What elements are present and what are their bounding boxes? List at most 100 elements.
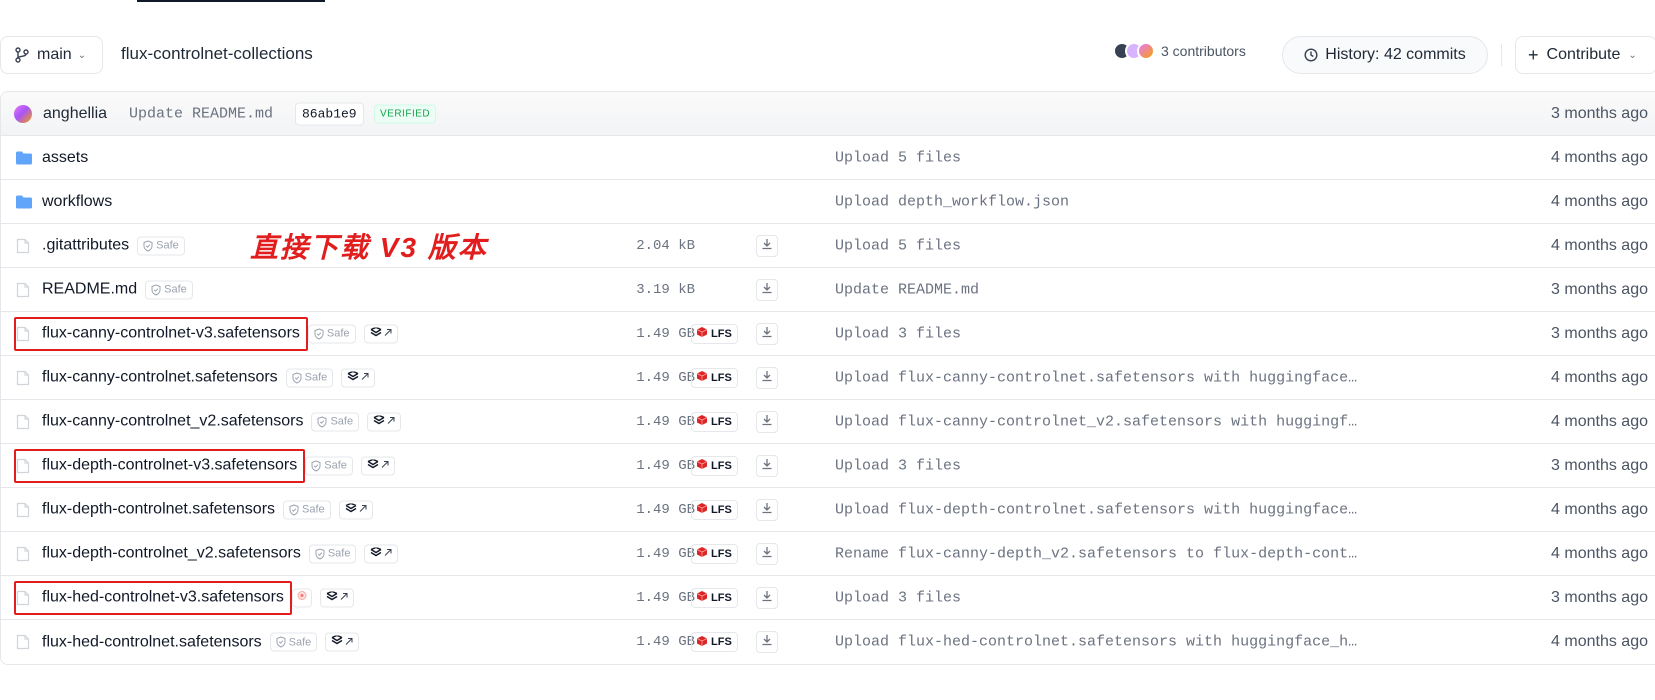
- file-icon: [16, 458, 30, 474]
- download-icon: [761, 237, 773, 255]
- file-icon: [16, 282, 30, 298]
- file-name-link[interactable]: flux-hed-controlnet-v3.safetensors: [42, 589, 284, 607]
- repo-path: flux-controlnet-collections: [121, 44, 313, 63]
- table-row[interactable]: flux-depth-controlnet-v3.safetensors Safe…: [1, 444, 1655, 488]
- table-row[interactable]: flux-canny-controlnet.safetensors Safe 1.4…: [1, 356, 1655, 400]
- download-button[interactable]: [756, 278, 778, 301]
- avatar[interactable]: [14, 104, 32, 123]
- file-commit-message[interactable]: Upload depth_workflow.json: [835, 193, 1069, 210]
- file-name-link[interactable]: flux-hed-controlnet.safetensors: [42, 633, 262, 651]
- download-button[interactable]: [756, 454, 778, 477]
- last-commit-row: anghellia Update README.md 86ab1e9 VERIF…: [1, 92, 1655, 136]
- storage-link-badge[interactable]: [360, 456, 395, 475]
- file-name-link[interactable]: workflows: [42, 193, 112, 211]
- file-size: 1.49 GB: [636, 545, 695, 562]
- storage-link-badge[interactable]: [364, 544, 399, 563]
- table-row[interactable]: flux-canny-controlnet_v2.safetensors Safe…: [1, 400, 1655, 444]
- file-commit-message[interactable]: Rename flux-canny-depth_v2.safetensors t…: [835, 545, 1365, 562]
- file-name-link[interactable]: flux-canny-controlnet_v2.safetensors: [42, 413, 303, 431]
- chevron-down-icon: ⌄: [1628, 49, 1637, 61]
- lfs-label: LFS: [711, 636, 732, 648]
- history-label: History: 42 commits: [1325, 46, 1466, 63]
- storage-link-badge[interactable]: [319, 588, 354, 607]
- download-button[interactable]: [756, 410, 778, 433]
- file-commit-date: 4 months ago: [1551, 412, 1648, 430]
- file-name-link[interactable]: flux-canny-controlnet-v3.safetensors: [42, 325, 300, 343]
- file-commit-date: 3 months ago: [1551, 588, 1648, 606]
- table-row[interactable]: README.md Safe 3.19 kB Update README.md 3 mo…: [1, 268, 1655, 312]
- file-commit-message[interactable]: Upload flux-canny-controlnet.safetensors…: [835, 369, 1365, 386]
- file-name-link[interactable]: assets: [42, 149, 88, 167]
- storage-link-badge[interactable]: [367, 412, 402, 431]
- download-button[interactable]: [756, 322, 778, 345]
- safe-badge[interactable]: Safe: [283, 500, 331, 519]
- lfs-label: LFS: [711, 327, 732, 340]
- scan-status-badge[interactable]: [291, 588, 312, 607]
- safe-badge[interactable]: Safe: [308, 544, 357, 563]
- history-button[interactable]: History: 42 commits: [1282, 36, 1488, 74]
- download-button[interactable]: [756, 366, 778, 389]
- file-size: 1.49 GB: [636, 457, 695, 474]
- storage-link-badge[interactable]: [341, 368, 376, 387]
- file-name-cell: flux-depth-controlnet-v3.safetensors Safe: [42, 456, 395, 475]
- contribute-button[interactable]: + Contribute ⌄: [1515, 36, 1655, 74]
- table-row[interactable]: assets Upload 5 files 4 months ago: [1, 136, 1655, 180]
- file-name-link[interactable]: .gitattributes: [42, 237, 129, 255]
- external-link-icon: [361, 372, 369, 384]
- lfs-badge: LFS: [691, 323, 738, 344]
- storage-link-badge[interactable]: [325, 632, 360, 652]
- lfs-label: LFS: [711, 371, 732, 384]
- safe-badge[interactable]: Safe: [307, 324, 356, 343]
- table-row[interactable]: flux-depth-controlnet_v2.safetensors Safe…: [1, 532, 1655, 576]
- xet-icon: [326, 590, 338, 604]
- safe-label: Safe: [330, 415, 354, 428]
- file-commit-message[interactable]: Upload 3 files: [835, 589, 961, 606]
- download-button[interactable]: [756, 498, 778, 521]
- table-row[interactable]: workflows Upload depth_workflow.json 4 mon…: [1, 180, 1655, 224]
- table-row[interactable]: flux-depth-controlnet.safetensors Safe 1.4…: [1, 488, 1655, 532]
- file-commit-message[interactable]: Update README.md: [835, 281, 979, 298]
- file-name-link[interactable]: flux-depth-controlnet-v3.safetensors: [42, 457, 297, 475]
- file-commit-message[interactable]: Upload 5 files: [835, 237, 961, 254]
- table-row[interactable]: flux-canny-controlnet-v3.safetensors Safe…: [1, 312, 1655, 356]
- branch-selector[interactable]: main ⌄: [0, 36, 103, 74]
- file-commit-message[interactable]: Upload 3 files: [835, 325, 961, 342]
- safe-badge[interactable]: Safe: [285, 368, 334, 387]
- file-commit-message[interactable]: Upload flux-canny-controlnet_v2.safetens…: [835, 413, 1365, 430]
- xet-icon: [367, 458, 379, 472]
- file-commit-message[interactable]: Upload flux-hed-controlnet.safetensors w…: [835, 634, 1365, 651]
- lfs-label: LFS: [711, 459, 732, 472]
- download-button[interactable]: [756, 234, 778, 257]
- download-button[interactable]: [756, 542, 778, 565]
- download-icon: [761, 369, 773, 387]
- storage-link-badge[interactable]: [338, 500, 373, 519]
- commit-author[interactable]: anghellia: [43, 105, 107, 123]
- file-commit-message[interactable]: Upload 5 files: [835, 149, 961, 166]
- safe-badge[interactable]: Safe: [311, 412, 360, 431]
- safe-badge[interactable]: Safe: [137, 236, 185, 255]
- file-name-link[interactable]: flux-canny-controlnet.safetensors: [42, 369, 278, 387]
- safe-badge[interactable]: Safe: [145, 280, 193, 299]
- commit-hash[interactable]: 86ab1e9: [295, 102, 364, 125]
- file-name-link[interactable]: flux-depth-controlnet.safetensors: [42, 501, 275, 519]
- safe-badge[interactable]: Safe: [269, 632, 318, 652]
- file-name-cell: flux-hed-controlnet-v3.safetensors: [42, 588, 354, 607]
- download-button[interactable]: [756, 586, 778, 609]
- file-name-link[interactable]: flux-depth-controlnet_v2.safetensors: [42, 545, 301, 563]
- file-icon: [16, 590, 30, 606]
- shield-check-icon: [143, 239, 153, 252]
- download-button[interactable]: [756, 631, 778, 653]
- file-commit-message[interactable]: Upload 3 files: [835, 457, 961, 474]
- table-row[interactable]: flux-hed-controlnet.safetensors Safe 1.49 …: [1, 620, 1655, 664]
- table-row[interactable]: flux-hed-controlnet-v3.safetensors 1.49 G…: [1, 576, 1655, 620]
- file-name-cell: flux-hed-controlnet.safetensors Safe: [42, 632, 360, 652]
- file-list: assets Upload 5 files 4 months ago workflow…: [1, 136, 1655, 664]
- storage-link-badge[interactable]: [363, 324, 398, 343]
- contributors-link[interactable]: 3 contributors: [1113, 42, 1246, 60]
- lfs-label: LFS: [711, 547, 732, 560]
- safe-badge[interactable]: Safe: [305, 456, 353, 475]
- file-commit-message[interactable]: Upload flux-depth-controlnet.safetensors…: [835, 501, 1365, 518]
- commit-message[interactable]: Update README.md: [129, 105, 273, 122]
- shield-check-icon: [311, 459, 321, 472]
- file-name-link[interactable]: README.md: [42, 281, 137, 299]
